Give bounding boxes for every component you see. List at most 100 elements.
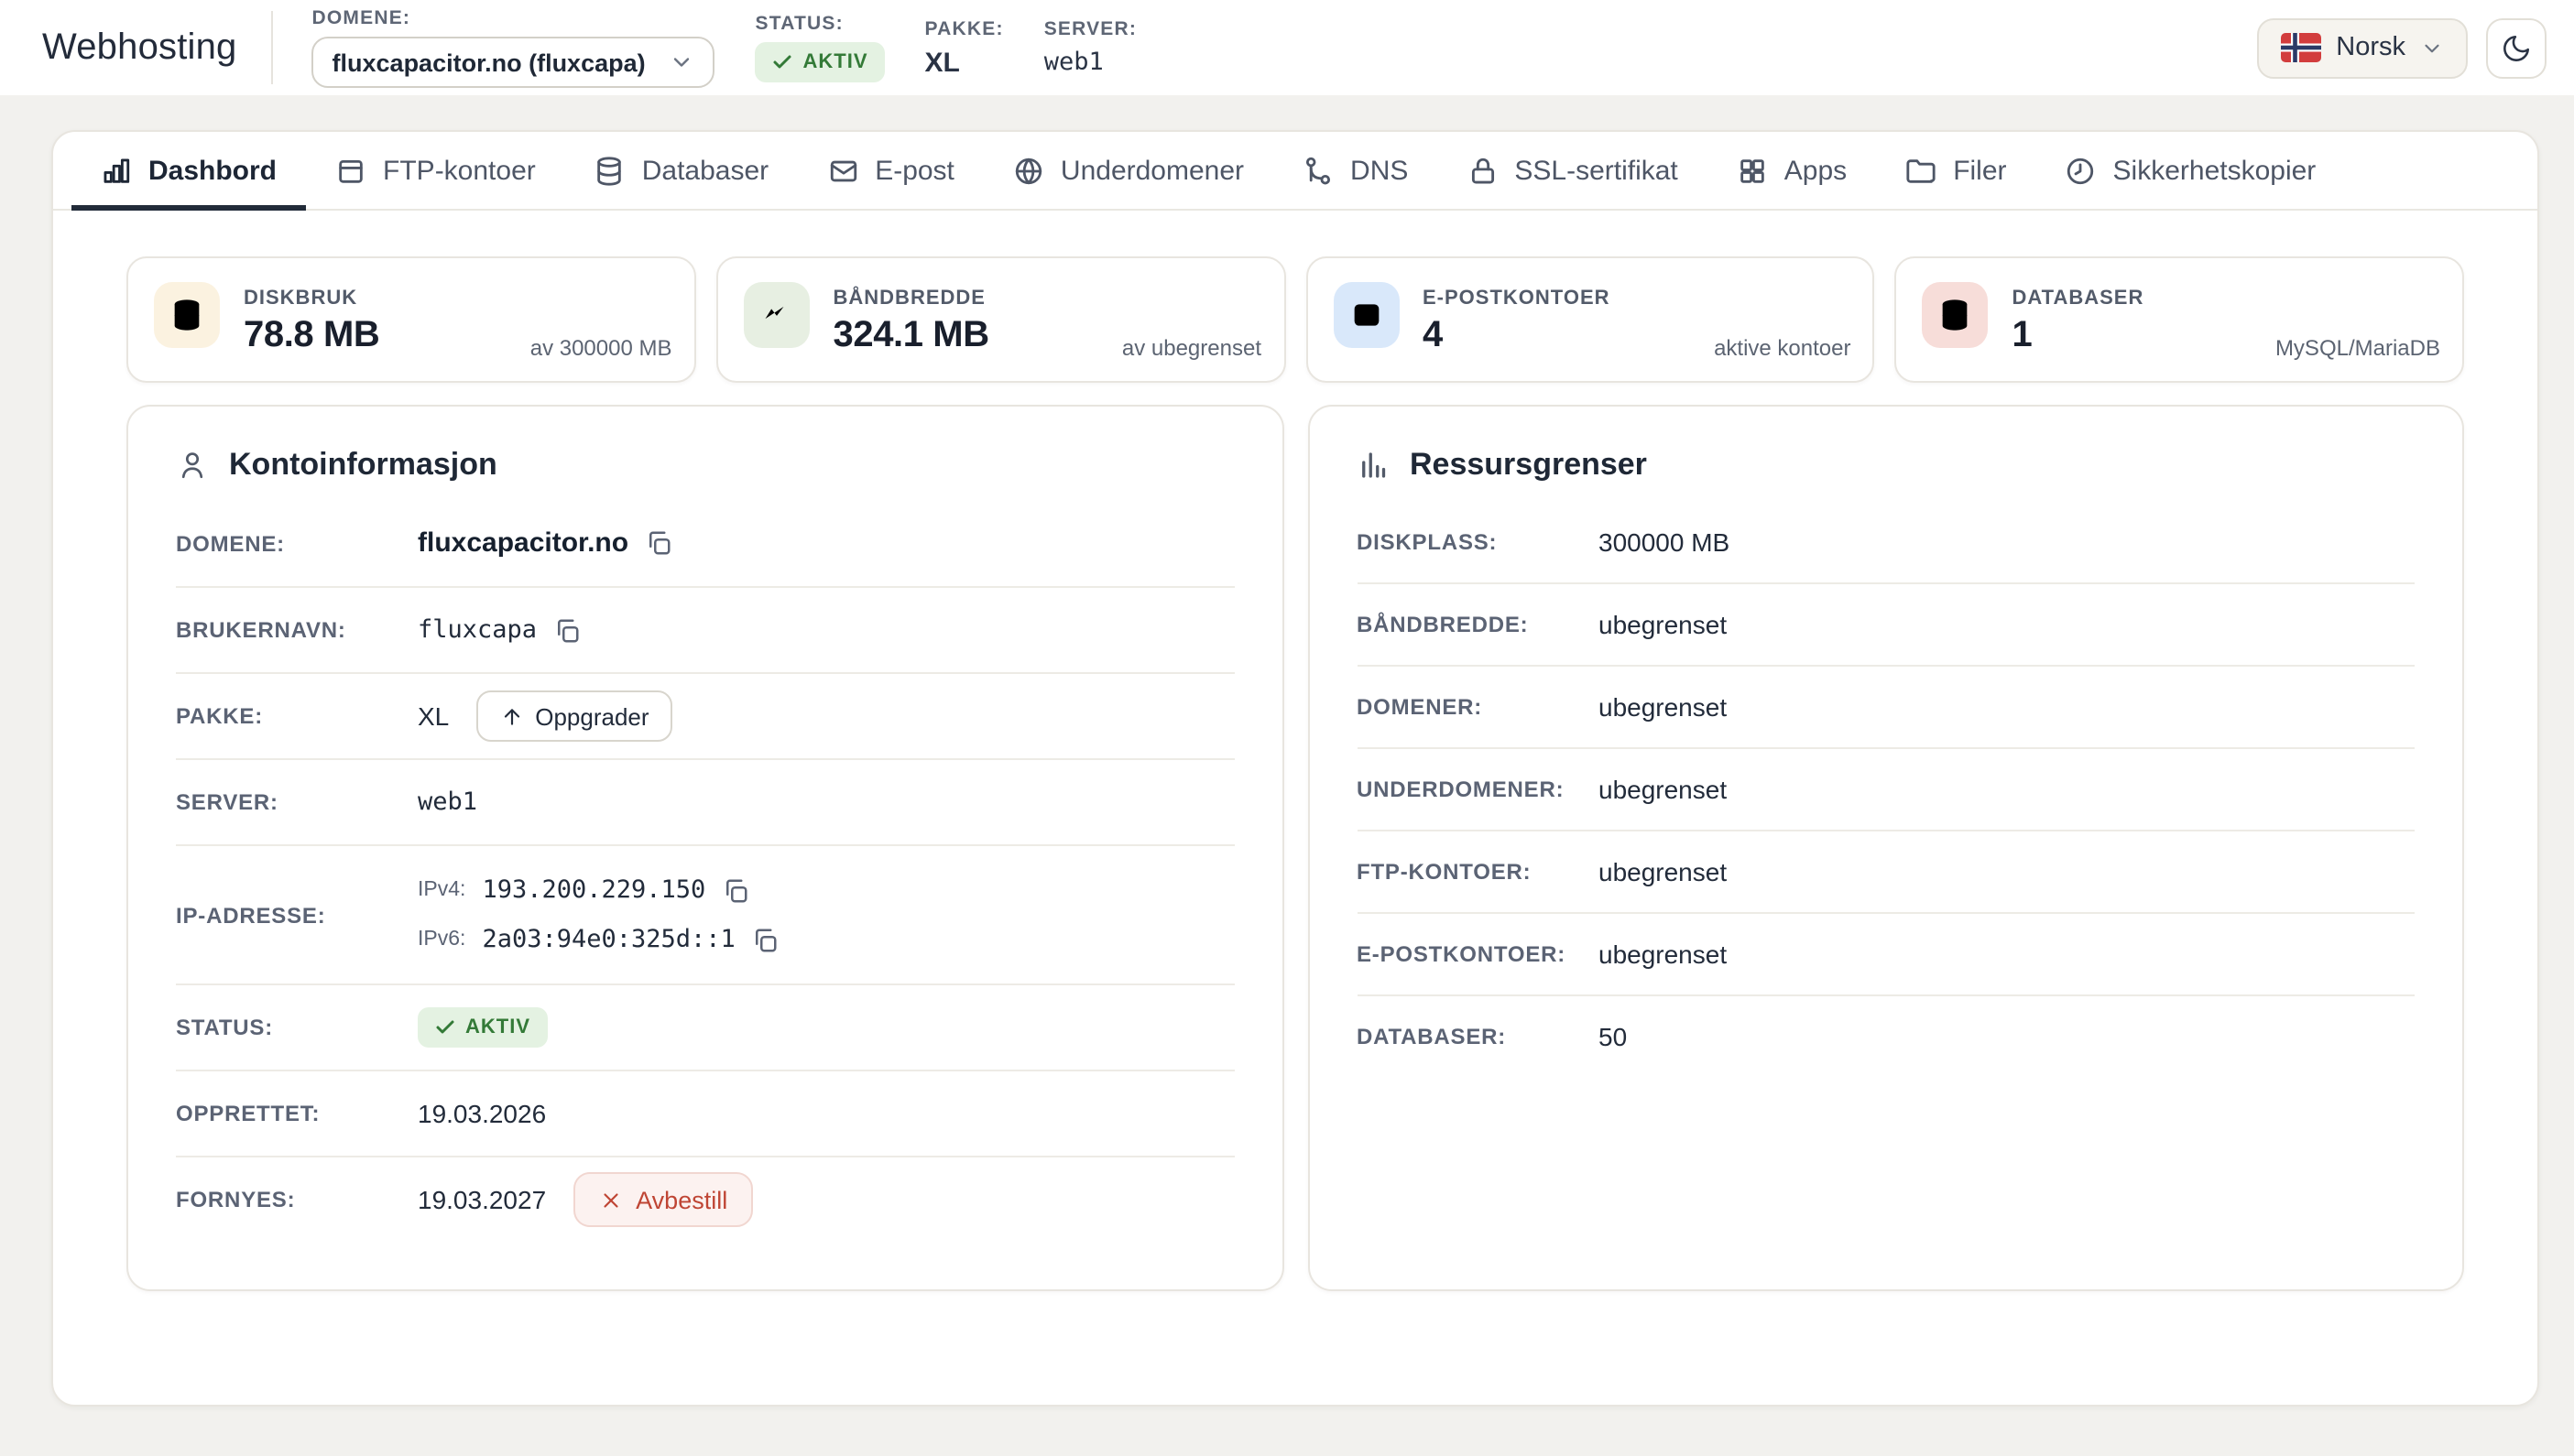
stat-value: 4 (1423, 315, 1610, 357)
stat-label: BÅNDBREDDE (834, 288, 989, 310)
package-value: XL (418, 701, 449, 731)
stat-card-diskbruk: DISKBRUK 78.8 MB av 300000 MB (126, 256, 696, 383)
chevron-down-icon (670, 49, 695, 75)
app-title: Webhosting (42, 27, 237, 69)
mail-icon (1333, 282, 1399, 348)
renews-value: 19.03.2027 (418, 1185, 546, 1214)
check-icon (434, 1016, 456, 1038)
stat-value: 324.1 MB (834, 315, 989, 357)
copy-icon[interactable] (553, 616, 581, 644)
limit-row-domener: DOMENER: ubegrenset (1357, 665, 2415, 747)
tab-e-post[interactable]: E-post (798, 132, 984, 209)
account-row-ip: IP-ADRESSE: IPv4: 193.200.229.150 (176, 844, 1234, 983)
tab-sikkerhetskopier[interactable]: Sikkerhetskopier (2036, 132, 2346, 209)
tab-databaser[interactable]: Databaser (565, 132, 798, 209)
stat-value: 78.8 MB (244, 315, 379, 357)
bar-chart-icon (101, 155, 132, 186)
limit-row-bandbredde: BÅNDBREDDE: ubegrenset (1357, 582, 2415, 665)
tab-ssl-sertifikat[interactable]: SSL-sertifikat (1437, 132, 1707, 209)
copy-icon[interactable] (722, 876, 749, 904)
webhosting-dashboard: Webhosting DOMENE: fluxcapacitor.no (flu… (0, 0, 2574, 1456)
check-icon (772, 51, 794, 73)
stat-note: av 300000 MB (530, 335, 672, 361)
stat-card-epostkontoer: E-POSTKONTOER 4 aktive kontoer (1305, 256, 1875, 383)
tab-bar: Dashbord FTP-kontoer Databaser E-post (53, 132, 2537, 211)
stat-cards: DISKBRUK 78.8 MB av 300000 MB BÅNDBREDDE… (126, 256, 2464, 383)
status-label: STATUS: (756, 13, 885, 35)
cancel-button[interactable]: Avbestill (573, 1172, 753, 1227)
server-value: web1 (418, 788, 477, 817)
status-badge: AKTIV (756, 42, 885, 82)
language-selector[interactable]: Norsk (2257, 17, 2468, 78)
package-value: XL (925, 47, 1004, 78)
account-row-renews: FORNYES: 19.03.2027 Avbestill (176, 1156, 1234, 1242)
tab-underdomener[interactable]: Underdomener (984, 132, 1273, 209)
copy-icon[interactable] (752, 926, 780, 953)
domain-label: DOMENE: (312, 7, 715, 29)
header-divider (272, 11, 274, 84)
chevron-down-icon (2420, 36, 2444, 60)
resource-limits-panel: Ressursgrenser DISKPLASS: 300000 MB BÅND… (1307, 405, 2464, 1291)
stat-note: MySQL/MariaDB (2275, 335, 2440, 361)
server-label: SERVER: (1044, 18, 1137, 40)
person-icon (176, 449, 209, 482)
account-info-panel: Kontoinformasjon DOMENE: fluxcapacitor.n… (126, 405, 1283, 1291)
norway-flag-icon (2281, 33, 2321, 62)
ipv6-value: 2a03:94e0:325d::1 (482, 925, 735, 954)
globe-icon (1013, 155, 1044, 186)
account-row-created: OPPRETTET: 19.03.2026 (176, 1070, 1234, 1156)
stat-note: aktive kontoer (1714, 335, 1850, 361)
area-chart-icon (744, 282, 810, 348)
domain-select[interactable]: fluxcapacitor.no (fluxcapa) (312, 37, 715, 88)
account-info-title: Kontoinformasjon (176, 447, 1234, 484)
stat-card-bandbredde: BÅNDBREDDE 324.1 MB av ubegrenset (716, 256, 1286, 383)
dark-mode-toggle[interactable] (2486, 17, 2547, 78)
x-icon (599, 1188, 623, 1212)
limit-row-underdomener: UNDERDOMENER: ubegrenset (1357, 747, 2415, 830)
tab-apps[interactable]: Apps (1707, 132, 1876, 209)
package-label: PAKKE: (925, 17, 1004, 39)
tab-ftp-kontoer[interactable]: FTP-kontoer (306, 132, 565, 209)
database-icon (1923, 282, 1989, 348)
ipv4-line: IPv4: 193.200.229.150 (418, 875, 1234, 905)
limit-row-ftp-kontoer: FTP-KONTOER: ubegrenset (1357, 830, 2415, 912)
stat-label: E-POSTKONTOER (1423, 288, 1610, 310)
server-value: web1 (1044, 48, 1137, 77)
ipv6-line: IPv6: 2a03:94e0:325d::1 (418, 925, 1234, 954)
network-fork-icon (1303, 155, 1334, 186)
account-row-status: STATUS: AKTIV (176, 983, 1234, 1070)
stat-label: DISKBRUK (244, 288, 379, 310)
stat-value: 1 (2012, 315, 2144, 357)
limit-row-epostkontoer: E-POSTKONTOER: ubegrenset (1357, 912, 2415, 994)
stat-card-databaser: DATABASER 1 MySQL/MariaDB (1895, 256, 2465, 383)
resource-limits-title: Ressursgrenser (1357, 447, 2415, 484)
created-value: 19.03.2026 (418, 1099, 546, 1128)
username-value: fluxcapa (418, 615, 537, 645)
dashboard-content: DISKBRUK 78.8 MB av 300000 MB BÅNDBREDDE… (53, 211, 2537, 1291)
database-icon (154, 282, 220, 348)
package-group: PAKKE: XL (925, 17, 1004, 78)
account-row-server: SERVER: web1 (176, 758, 1234, 844)
tab-dashbord[interactable]: Dashbord (71, 132, 306, 209)
database-icon (594, 155, 626, 186)
mail-icon (827, 155, 858, 186)
limit-row-databaser: DATABASER: 50 (1357, 994, 2415, 1077)
top-header: Webhosting DOMENE: fluxcapacitor.no (flu… (0, 0, 2574, 95)
status-group: STATUS: AKTIV (756, 13, 885, 82)
column-chart-icon (1357, 449, 1390, 482)
upgrade-button[interactable]: Oppgrader (476, 690, 672, 742)
account-row-domain: DOMENE: fluxcapacitor.no (176, 500, 1234, 586)
folder-icon (1905, 155, 1936, 186)
stat-note: av ubegrenset (1122, 335, 1261, 361)
lock-icon (1467, 155, 1498, 186)
archive-icon (335, 155, 366, 186)
account-row-username: BRUKERNAVN: fluxcapa (176, 586, 1234, 672)
tab-filer[interactable]: Filer (1876, 132, 2035, 209)
grid-icon (1737, 155, 1768, 186)
arrow-up-icon (500, 704, 524, 728)
account-row-package: PAKKE: XL Oppgrader (176, 672, 1234, 758)
tab-dns[interactable]: DNS (1273, 132, 1437, 209)
domain-select-value: fluxcapacitor.no (fluxcapa) (333, 49, 646, 76)
copy-icon[interactable] (645, 529, 672, 557)
domain-value: fluxcapacitor.no (418, 527, 628, 559)
